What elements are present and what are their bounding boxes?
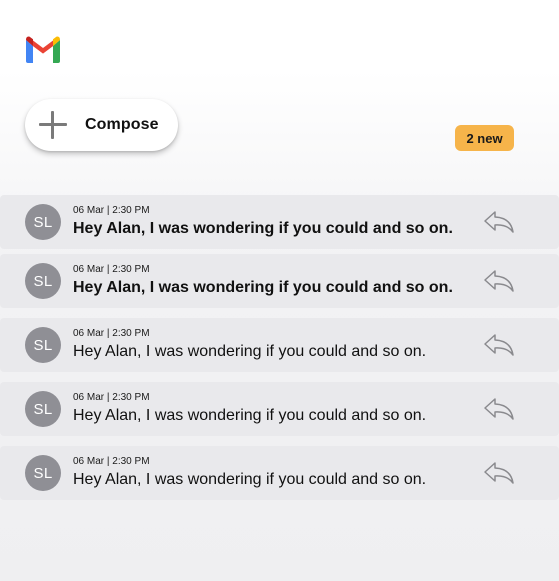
plus-icon xyxy=(39,111,67,139)
reply-icon[interactable] xyxy=(482,207,516,235)
email-row[interactable]: SL 06 Mar | 2:30 PM Hey Alan, I was wond… xyxy=(0,254,559,308)
compose-button[interactable]: Compose xyxy=(25,99,178,151)
email-row[interactable]: SL 06 Mar | 2:30 PM Hey Alan, I was wond… xyxy=(0,195,559,249)
email-date: 06 Mar | 2:30 PM xyxy=(73,264,150,275)
reply-icon[interactable] xyxy=(482,330,516,358)
reply-icon[interactable] xyxy=(482,458,516,486)
reply-icon[interactable] xyxy=(482,266,516,294)
email-subject: Hey Alan, I was wondering if you could a… xyxy=(73,407,427,424)
email-subject: Hey Alan, I was wondering if you could a… xyxy=(73,471,427,488)
compose-label: Compose xyxy=(85,116,159,133)
email-row[interactable]: SL 06 Mar | 2:30 PM Hey Alan, I was wond… xyxy=(0,446,559,500)
email-subject: Hey Alan, I was wondering if you could a… xyxy=(73,220,453,237)
avatar: SL xyxy=(25,263,61,299)
reply-icon[interactable] xyxy=(482,394,516,422)
email-subject: Hey Alan, I was wondering if you could a… xyxy=(73,279,453,296)
mail-app: Compose 2 new SL 06 Mar | 2:30 PM Hey Al… xyxy=(0,0,559,581)
new-count-badge: 2 new xyxy=(455,125,514,151)
email-row[interactable]: SL 06 Mar | 2:30 PM Hey Alan, I was wond… xyxy=(0,318,559,372)
avatar: SL xyxy=(25,391,61,427)
email-date: 06 Mar | 2:30 PM xyxy=(73,205,150,216)
avatar: SL xyxy=(25,327,61,363)
avatar: SL xyxy=(25,204,61,240)
email-date: 06 Mar | 2:30 PM xyxy=(73,328,150,339)
email-date: 06 Mar | 2:30 PM xyxy=(73,392,150,403)
email-subject: Hey Alan, I was wondering if you could a… xyxy=(73,343,427,360)
email-date: 06 Mar | 2:30 PM xyxy=(73,456,150,467)
gmail-logo-icon xyxy=(26,36,60,63)
avatar: SL xyxy=(25,455,61,491)
email-row[interactable]: SL 06 Mar | 2:30 PM Hey Alan, I was wond… xyxy=(0,382,559,436)
